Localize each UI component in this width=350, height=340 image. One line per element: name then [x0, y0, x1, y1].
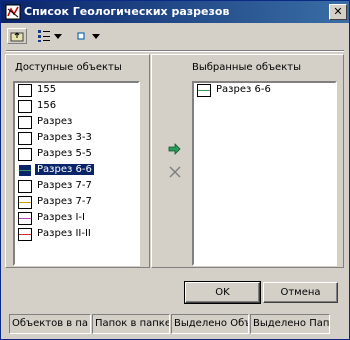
line-color-icon	[19, 202, 31, 203]
list-item-label: Разрез I-I	[37, 212, 85, 223]
toolbar	[7, 26, 343, 46]
line-style-swatch-icon	[18, 164, 32, 177]
status-folders-in-folder: Папок в папке	[92, 314, 170, 334]
status-objects-in-folder: Объектов в па	[9, 314, 91, 334]
line-style-swatch-icon	[18, 180, 32, 193]
list-item-label: 155	[37, 84, 57, 95]
folder-up-icon	[10, 32, 24, 42]
list-item-label: Разрез 6-6	[216, 84, 271, 95]
window-title: Список Геологических разрезов	[24, 5, 230, 18]
dialog-window: Список Геологических разрезов ✕ Доступны…	[0, 0, 350, 340]
remove-from-selected-button[interactable]	[168, 165, 182, 179]
status-selected-objects: Выделено Объ	[171, 314, 249, 334]
close-button[interactable]: ✕	[329, 4, 347, 20]
line-style-swatch-icon	[18, 116, 32, 129]
folder-up-button[interactable]	[7, 28, 27, 44]
list-item[interactable]: Разрез 5-5	[15, 147, 138, 163]
line-style-swatch-icon	[18, 132, 32, 145]
list-item[interactable]: Разрез 3-3	[15, 131, 138, 147]
list-item[interactable]: Разрез 7-7	[15, 179, 138, 195]
list-item[interactable]: Разрез	[15, 115, 138, 131]
line-style-swatch-icon	[18, 100, 32, 113]
list-item-label: Разрез 7-7	[37, 196, 92, 207]
list-item[interactable]: Разрез 6-6	[194, 83, 335, 99]
line-style-swatch-icon	[18, 148, 32, 161]
selected-list[interactable]: Разрез 6-6	[192, 81, 337, 266]
line-color-icon	[19, 218, 31, 219]
line-color-icon	[198, 90, 210, 91]
available-label: Доступные объекты	[15, 62, 122, 73]
cancel-button[interactable]: Отмена	[263, 282, 338, 303]
close-icon: ✕	[333, 5, 343, 18]
list-item[interactable]: Разрез I-I	[15, 211, 138, 227]
line-style-swatch-icon	[197, 84, 211, 97]
list-item-label: Разрез 7-7	[37, 180, 92, 191]
list-item-label: Разрез	[37, 116, 73, 127]
list-item[interactable]: Разрез II-II	[15, 227, 138, 243]
selected-label: Выбранные объекты	[192, 62, 301, 73]
line-style-swatch-icon	[18, 228, 32, 241]
map-app-icon	[5, 4, 21, 20]
available-list[interactable]: 155 156 Разрез Разрез 3-3 Разрез 5-5 Разрез 6…	[13, 81, 140, 266]
list-item[interactable]: Разрез 7-7	[15, 195, 138, 211]
filter-dropdown[interactable]	[73, 28, 103, 44]
ok-button[interactable]: OK	[185, 282, 260, 303]
line-style-swatch-icon	[18, 212, 32, 225]
add-to-selected-button[interactable]	[168, 143, 182, 155]
title-bar[interactable]: Список Геологических разрезов ✕	[1, 1, 349, 23]
list-item-label: Разрез 5-5	[37, 148, 92, 159]
line-color-icon	[19, 234, 31, 235]
toolbar-divider	[6, 50, 344, 52]
list-item[interactable]: 156	[15, 99, 138, 115]
chevron-down-icon	[54, 34, 62, 39]
square-filter-icon	[77, 32, 85, 40]
chevron-down-icon	[92, 34, 100, 39]
status-selected-folders: Выделено Папо	[250, 314, 330, 334]
list-item[interactable]: Разрез 6-6	[15, 163, 138, 179]
status-bar: Объектов в па Папок в папке Выделено Объ…	[5, 312, 345, 334]
arrow-right-icon	[168, 143, 181, 155]
list-item-label: Разрез II-II	[37, 228, 91, 239]
list-item-label: Разрез 6-6	[34, 163, 95, 176]
line-style-swatch-icon	[18, 196, 32, 209]
x-remove-icon	[169, 166, 181, 178]
list-view-icon	[38, 30, 50, 42]
list-item-label: Разрез 3-3	[37, 132, 92, 143]
line-color-icon	[19, 170, 31, 171]
line-style-swatch-icon	[18, 84, 32, 97]
list-item-label: 156	[37, 100, 57, 111]
list-item[interactable]: 155	[15, 83, 138, 99]
view-mode-dropdown[interactable]	[37, 28, 63, 44]
